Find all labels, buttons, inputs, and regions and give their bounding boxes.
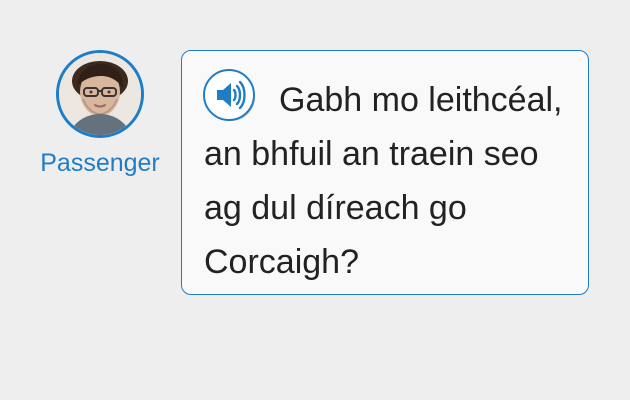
speech-bubble: Gabh mo leithcéal, an bhfuil an traein s…	[181, 50, 589, 295]
avatar	[56, 50, 144, 138]
message-content: Gabh mo leithcéal, an bhfuil an traein s…	[204, 81, 563, 281]
audio-indent	[204, 110, 279, 111]
avatar-image	[59, 53, 141, 135]
message-text: Gabh mo leithcéal, an bhfuil an traein s…	[204, 73, 572, 289]
speaker-name: Passenger	[40, 149, 160, 177]
